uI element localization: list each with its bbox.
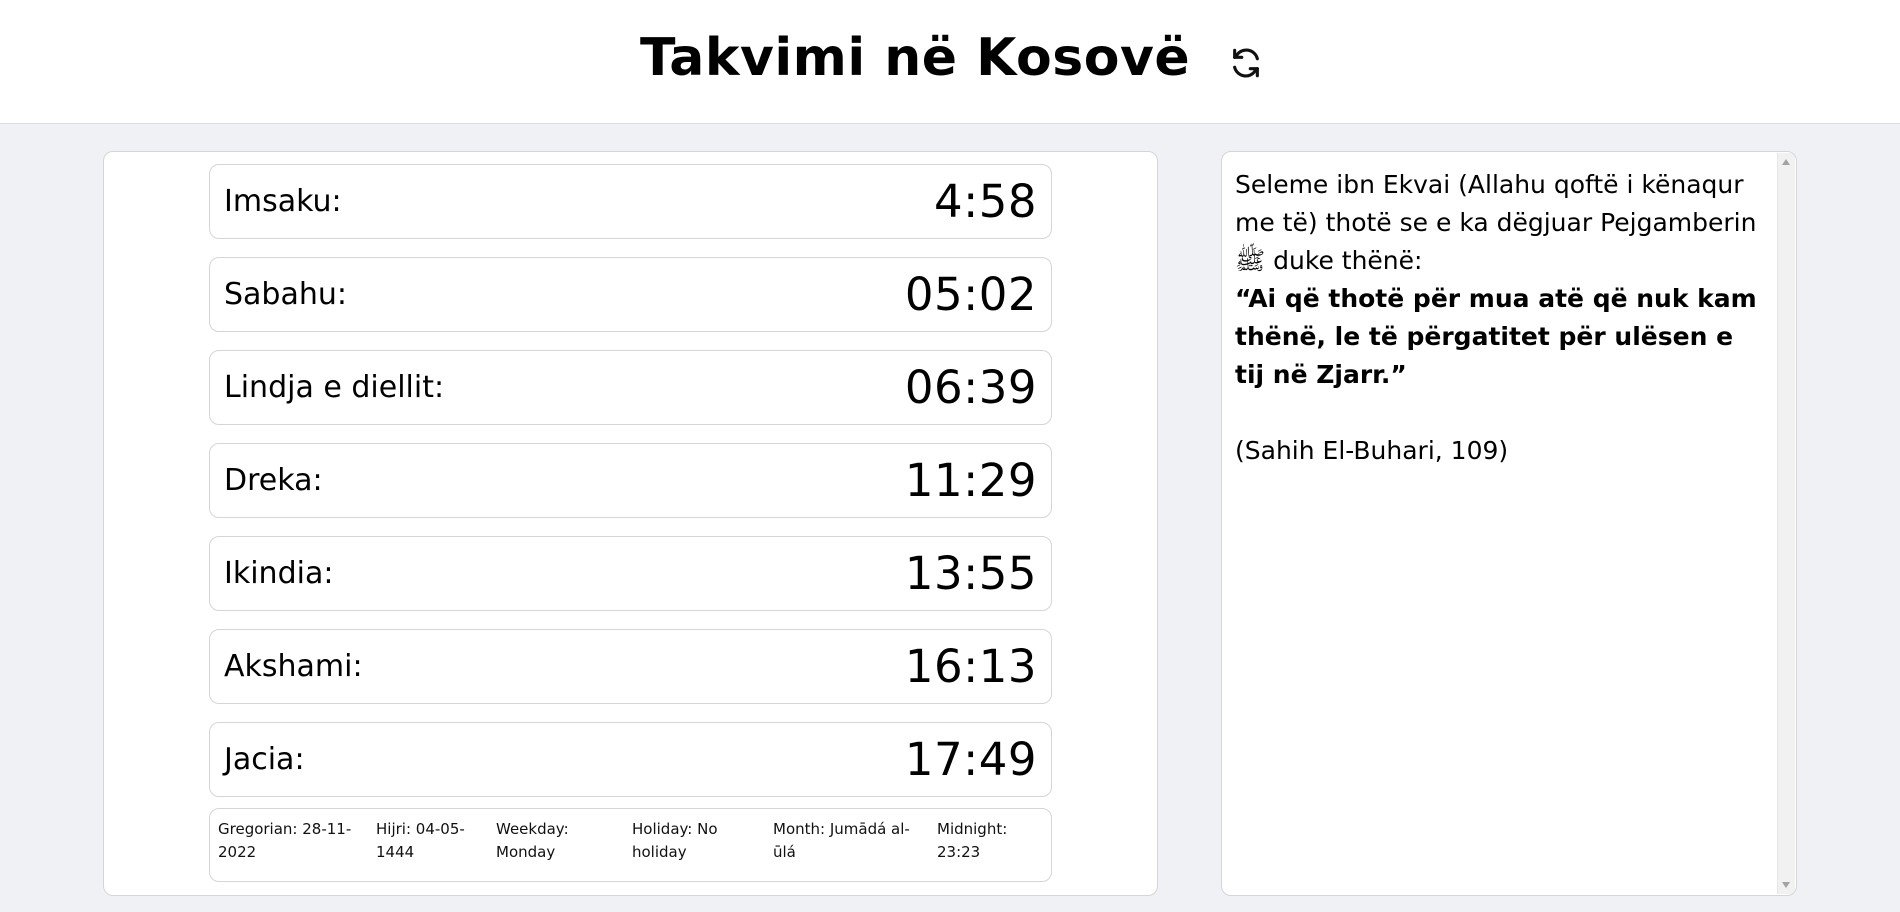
prayer-row-imsaku: Imsaku: 4:58 xyxy=(209,164,1052,239)
hadith-source: (Sahih El-Buhari, 109) xyxy=(1235,436,1509,465)
prayer-row-akshami: Akshami: 16:13 xyxy=(209,629,1052,704)
prayer-row-ikindia: Ikindia: 13:55 xyxy=(209,536,1052,611)
date-info-bar: Gregorian: 28-11-2022 Hijri: 04-05-1444 … xyxy=(209,808,1052,882)
prayer-times-panel: Imsaku: 4:58 Sabahu: 05:02 Lindja e diel… xyxy=(103,151,1158,896)
prayer-label: Sabahu: xyxy=(224,277,347,312)
hijri-month: Month: Jumādá al-ūlá xyxy=(773,820,910,861)
prayer-time: 06:39 xyxy=(904,361,1037,414)
hijri-date: Hijri: 04-05-1444 xyxy=(376,820,465,861)
header: Takvimi në Kosovë xyxy=(0,0,1900,124)
hadith-scrollbar[interactable] xyxy=(1777,153,1795,894)
scroll-down-icon[interactable] xyxy=(1782,882,1790,888)
prayer-label: Jacia: xyxy=(224,742,305,777)
prayer-row-dreka: Dreka: 11:29 xyxy=(209,443,1052,518)
prayer-label: Dreka: xyxy=(224,463,323,498)
prayer-time: 16:13 xyxy=(904,640,1037,693)
hadith-intro: Seleme ibn Ekvai (Allahu qoftë i kënaqur… xyxy=(1235,170,1757,275)
prayer-label: Akshami: xyxy=(224,649,363,684)
scroll-up-icon[interactable] xyxy=(1782,159,1790,165)
weekday: Weekday: Monday xyxy=(496,820,569,861)
prayer-time: 17:49 xyxy=(904,733,1037,786)
prayer-row-jacia: Jacia: 17:49 xyxy=(209,722,1052,797)
gregorian-date: Gregorian: 28-11-2022 xyxy=(218,820,352,861)
prayer-time: 11:29 xyxy=(904,454,1037,507)
prayer-times-list: Imsaku: 4:58 Sabahu: 05:02 Lindja e diel… xyxy=(209,164,1052,815)
midnight-time: Midnight: 23:23 xyxy=(937,820,1008,861)
prayer-label: Lindja e diellit: xyxy=(224,370,445,405)
prayer-time: 05:02 xyxy=(904,268,1037,321)
prayer-time: 13:55 xyxy=(904,547,1037,600)
prayer-row-lindja: Lindja e diellit: 06:39 xyxy=(209,350,1052,425)
refresh-icon[interactable] xyxy=(1229,46,1263,80)
holiday: Holiday: No holiday xyxy=(632,820,718,861)
prayer-label: Ikindia: xyxy=(224,556,334,591)
prayer-time: 4:58 xyxy=(933,175,1037,228)
prayer-label: Imsaku: xyxy=(224,184,342,219)
hadith-quote: “Ai që thotë për mua atë që nuk kam thën… xyxy=(1235,284,1757,389)
hadith-panel: Seleme ibn Ekvai (Allahu qoftë i kënaqur… xyxy=(1221,151,1797,896)
prayer-row-sabahu: Sabahu: 05:02 xyxy=(209,257,1052,332)
hadith-text: Seleme ibn Ekvai (Allahu qoftë i kënaqur… xyxy=(1235,166,1770,470)
page-title: Takvimi në Kosovë xyxy=(640,28,1191,88)
